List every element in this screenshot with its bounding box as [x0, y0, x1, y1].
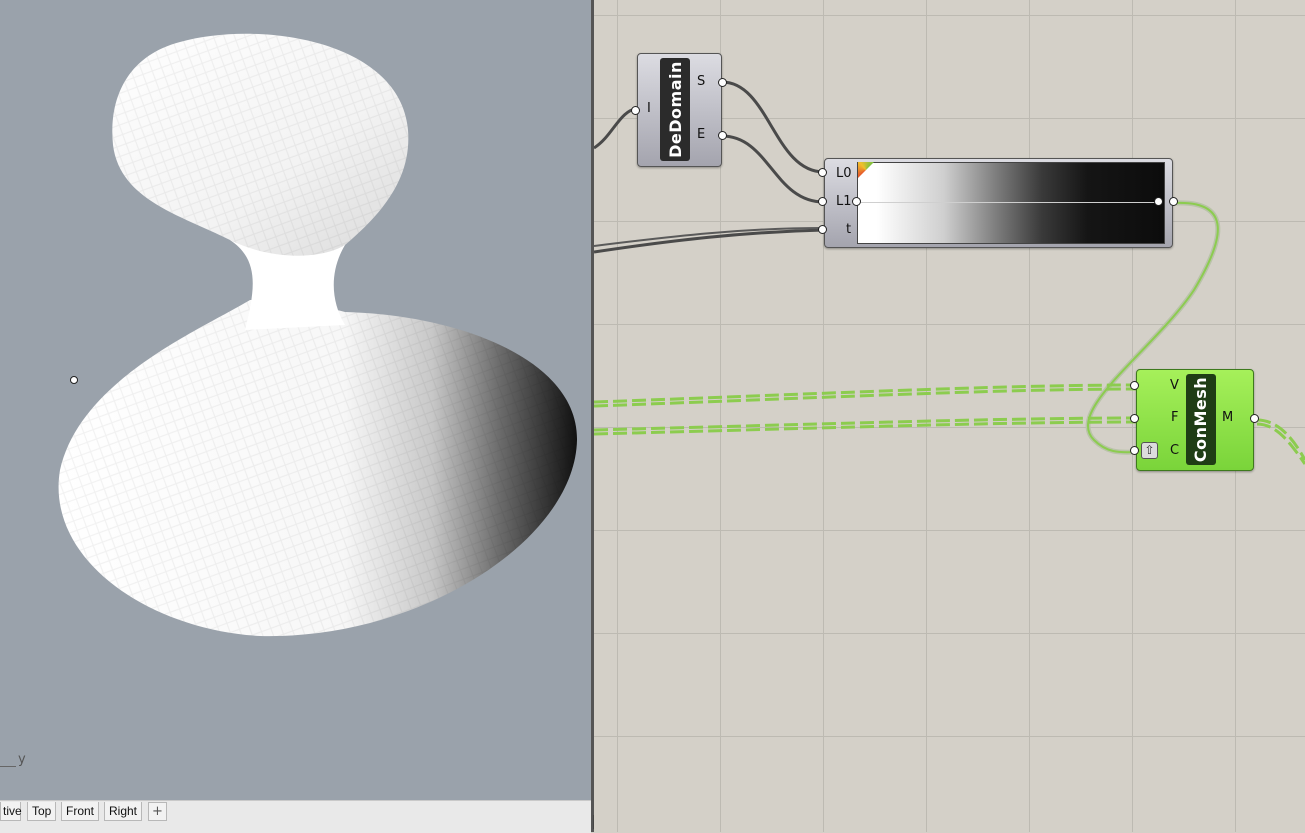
conmesh-c-grip[interactable]	[1130, 446, 1139, 455]
gradient-l0-grip[interactable]	[818, 168, 827, 177]
conmesh-m-grip[interactable]	[1250, 414, 1259, 423]
tab-right[interactable]: Right	[104, 802, 143, 821]
dedomain-output-e[interactable]: E	[697, 127, 705, 142]
rhino-viewport[interactable]: y	[0, 0, 591, 800]
dedomain-s-grip[interactable]	[718, 78, 727, 87]
point-marker[interactable]	[70, 376, 78, 384]
dedomain-e-grip[interactable]	[718, 131, 727, 140]
wire-s-l0	[721, 80, 825, 174]
gradient-preview[interactable]	[857, 162, 1165, 244]
dedomain-input-grip[interactable]	[631, 106, 640, 115]
tab-top[interactable]: Top	[27, 802, 57, 821]
graft-toggle-icon[interactable]: ⇧	[1141, 442, 1158, 459]
axis-line	[0, 766, 16, 767]
conmesh-component[interactable]: V F C ⇧ ConMesh M	[1136, 369, 1254, 471]
dedomain-output-s[interactable]: S	[697, 74, 705, 89]
gradient-start-handle[interactable]	[852, 197, 861, 206]
gradient-end-handle[interactable]	[1154, 197, 1163, 206]
conmesh-f-grip[interactable]	[1130, 414, 1139, 423]
gradient-l1-grip[interactable]	[818, 197, 827, 206]
mesh-model	[58, 33, 578, 637]
conmesh-input-f[interactable]: F	[1171, 410, 1178, 425]
conmesh-output-m[interactable]: M	[1222, 410, 1233, 425]
conmesh-v-grip[interactable]	[1130, 381, 1139, 390]
tab-front[interactable]: Front	[61, 802, 100, 821]
gradient-input-l1[interactable]: L1	[836, 194, 852, 209]
conmesh-input-c[interactable]: C	[1170, 443, 1179, 458]
axis-y-label: y	[18, 752, 26, 767]
add-viewport-button[interactable]: +	[148, 802, 167, 821]
wire-v	[594, 383, 1139, 404]
dedomain-nickname: DeDomain	[660, 58, 690, 161]
gradient-output-grip[interactable]	[1169, 197, 1178, 206]
gradient-t-grip[interactable]	[818, 225, 827, 234]
conmesh-nickname: ConMesh	[1186, 374, 1216, 465]
conmesh-input-v[interactable]: V	[1170, 378, 1179, 393]
gradient-parameter-line	[858, 202, 1160, 203]
dedomain-component[interactable]: I DeDomain S E	[637, 53, 722, 167]
gradient-input-l0[interactable]: L0	[836, 166, 852, 181]
gradient-component[interactable]: L0 L1 t	[824, 158, 1173, 248]
dedomain-input-i[interactable]: I	[647, 101, 651, 116]
gradient-input-t[interactable]: t	[846, 222, 851, 237]
tab-perspective[interactable]: tive	[0, 802, 22, 821]
